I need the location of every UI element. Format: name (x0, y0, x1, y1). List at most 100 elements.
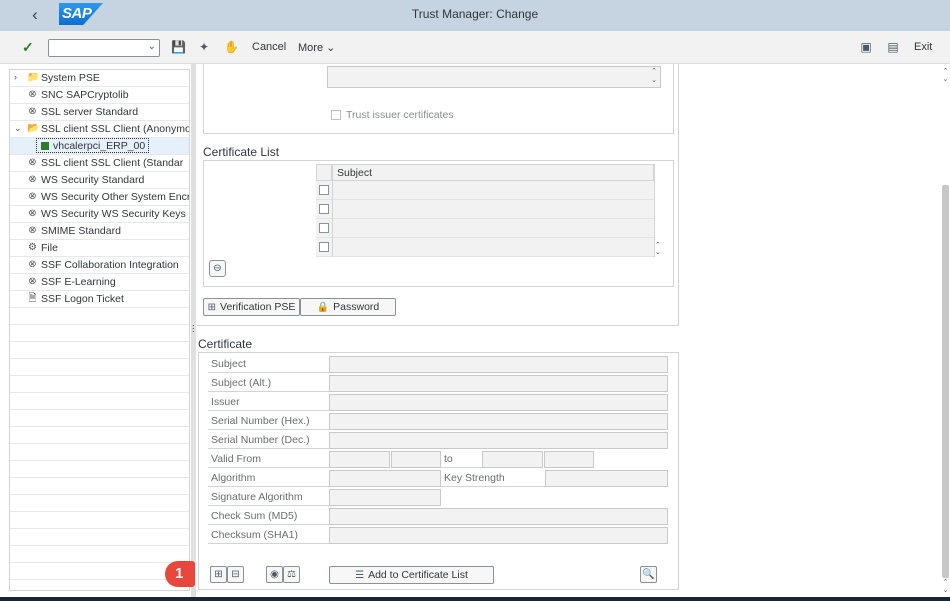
scroll-arrows-icon[interactable]: ⌃ ⌄ (655, 242, 661, 256)
tree-item-smime-standard[interactable]: ⊗ SMIME Standard (10, 223, 189, 240)
tree-empty-row (10, 478, 189, 495)
compare-certificate-button[interactable]: ⚖ (283, 566, 300, 583)
chevron-down-icon[interactable]: ⌄ (14, 123, 22, 134)
tree-item-ws-security-keys[interactable]: ⊗ WS Security WS Security Keys (10, 206, 189, 223)
issuer-label: Issuer (208, 394, 329, 411)
table-row[interactable] (316, 238, 654, 257)
exit-button[interactable]: Exit (914, 41, 932, 53)
window-restore-icon[interactable]: ▤ (886, 40, 900, 54)
export-certificate-button[interactable]: ⊟ (227, 566, 244, 583)
tree-item-ssf-logon-ticket[interactable]: 🗎 SSF Logon Ticket (10, 291, 189, 308)
tree-item-ws-security-standard[interactable]: ⊗ WS Security Standard (10, 172, 189, 189)
selected-node-label: vhcalerpci_ERP_00 (36, 138, 150, 153)
tree-item-ssf-e-learning[interactable]: ⊗ SSF E-Learning (10, 274, 189, 291)
row-checkbox[interactable] (319, 242, 329, 252)
chevron-down-icon[interactable]: ⌄ (148, 41, 156, 52)
tree-item-snc-sapcryptolib[interactable]: ⊗ SNC SAPCryptolib (10, 87, 189, 104)
scrollbar-thumb[interactable] (942, 185, 949, 578)
tree-empty-row (10, 410, 189, 427)
import-certificate-button[interactable]: ⊞ (210, 566, 227, 583)
tree-empty-row (10, 427, 189, 444)
x-circle-icon: ⊗ (28, 208, 37, 219)
chevron-right-icon[interactable]: › (14, 72, 22, 82)
main-scrollbar[interactable]: ⌃ ⌄ ⌃ ⌄ (941, 64, 950, 597)
more-button[interactable]: More ⌄ (298, 41, 335, 54)
save-icon[interactable]: 💾 (171, 40, 186, 54)
tree-empty-row (10, 461, 189, 478)
valid-to-time-field (544, 451, 594, 468)
valid-to-label: to (441, 451, 482, 468)
serial-dec-field (329, 432, 668, 449)
tree-item-system-pse[interactable]: › 📁 System PSE (10, 70, 189, 87)
key-strength-label: Key Strength (441, 470, 545, 487)
select-all-column[interactable] (316, 164, 332, 181)
tree-item-ws-security-other-system[interactable]: ⊗ WS Security Other System Encry (10, 189, 189, 206)
subject-label: Subject (208, 356, 329, 373)
owner-panel: ⌃ ⌄ Trust issuer certificates (203, 64, 674, 134)
certificate-list-title: Certificate List (203, 145, 280, 159)
table-row[interactable] (316, 181, 654, 200)
table-scrollbar[interactable]: ⌃ ⌄ (654, 164, 661, 257)
checksum-md5-label: Check Sum (MD5) (208, 508, 329, 525)
tree-empty-row (10, 342, 189, 359)
table-row[interactable] (316, 200, 654, 219)
column-header-subject[interactable]: Subject (332, 164, 654, 181)
certificate-panel: Subject Subject (Alt.) Issuer Serial Num… (198, 352, 679, 590)
scale-icon: ⚖ (287, 569, 296, 580)
row-checkbox[interactable] (319, 204, 329, 214)
chevron-down-icon: ⌄ (326, 42, 336, 54)
column-divider (332, 181, 333, 257)
password-button[interactable]: 🔒 Password (300, 298, 396, 316)
subject-alt-label: Subject (Alt.) (208, 375, 329, 392)
cancel-button[interactable]: Cancel (252, 41, 286, 53)
tree-item-ssf-collaboration[interactable]: ⊗ SSF Collaboration Integration (10, 257, 189, 274)
tree-empty-row (10, 359, 189, 376)
algorithm-label: Algorithm (208, 470, 329, 487)
command-field[interactable]: ⌄ (48, 39, 160, 57)
checksum-sha1-label: Checksum (SHA1) (208, 527, 329, 544)
signature-algorithm-label: Signature Algorithm (208, 489, 329, 506)
key-strength-field (545, 470, 668, 487)
add-to-certificate-list-button[interactable]: ☰ Add to Certificate List (329, 566, 494, 584)
document-icon: 🗎 (28, 293, 37, 304)
splitter-grip-icon[interactable]: ... (192, 319, 195, 334)
shell-bar: ‹ SAP Trust Manager: Change (0, 0, 950, 31)
scroll-up-icon[interactable]: ⌃ ⌄ (941, 67, 950, 83)
certificate-details-button[interactable]: 🔍 (640, 566, 657, 583)
row-checkbox[interactable] (319, 185, 329, 195)
tree-item-ssl-server-standard[interactable]: ⊗ SSL server Standard (10, 104, 189, 121)
import-icon: ⊞ (207, 302, 217, 313)
section-divider (197, 325, 679, 326)
x-circle-icon: ⊗ (28, 225, 37, 236)
display-certificate-button[interactable]: ◉ (266, 566, 283, 583)
subject-alt-field (329, 375, 668, 392)
serial-hex-field (329, 413, 668, 430)
issuer-field (329, 394, 668, 411)
checkmark-icon[interactable]: ✓ (22, 39, 34, 56)
tree-item-ssl-client-anonymous[interactable]: ⌄ 📂 SSL client SSL Client (Anonymo (10, 121, 189, 138)
verification-pse-button[interactable]: ⊞ Verification PSE (203, 298, 300, 316)
owner-textarea[interactable]: ⌃ ⌄ (327, 66, 661, 88)
scroll-down-icon[interactable]: ⌃ ⌄ (941, 578, 950, 594)
tree-item-vhcalerpci-erp-00[interactable]: vhcalerpci_ERP_00 (10, 138, 189, 155)
magic-wand-icon[interactable]: ✦ (197, 40, 211, 54)
valid-from-time-field (391, 451, 441, 468)
green-square-icon (41, 142, 49, 150)
trust-issuer-checkbox[interactable] (331, 110, 341, 120)
tree-empty-row (10, 393, 189, 410)
import-icon: ⊞ (214, 569, 223, 580)
tree-empty-row (10, 444, 189, 461)
tree-empty-row (10, 308, 189, 325)
signature-algorithm-field (329, 489, 441, 506)
table-row[interactable] (316, 219, 654, 238)
hand-icon[interactable]: ✋ (224, 40, 239, 54)
row-checkbox[interactable] (319, 223, 329, 233)
tree-item-ssl-client-standard[interactable]: ⊗ SSL client SSL Client (Standar (10, 155, 189, 172)
scroll-arrows-icon[interactable]: ⌃ ⌄ (651, 67, 657, 85)
algorithm-field (329, 470, 441, 487)
target-icon: ◉ (270, 569, 279, 580)
tree-item-file[interactable]: ⚙ File (10, 240, 189, 257)
checksum-sha1-field (329, 527, 668, 544)
remove-certificate-button[interactable]: ⊖ (209, 260, 226, 277)
window-icon[interactable]: ▣ (859, 40, 873, 54)
